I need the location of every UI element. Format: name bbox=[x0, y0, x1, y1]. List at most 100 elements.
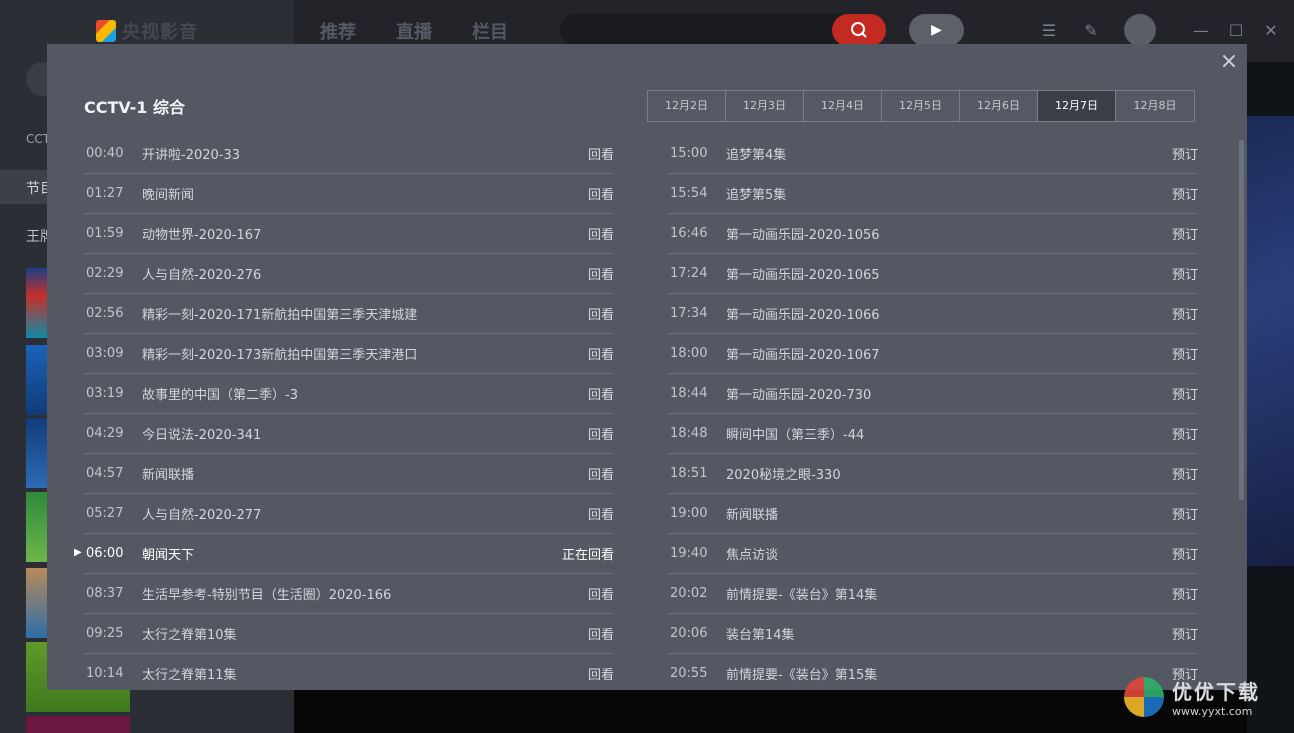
reserve-button[interactable]: 预订 bbox=[1172, 264, 1198, 283]
search-button[interactable] bbox=[832, 14, 886, 46]
watermark-text: 优优下载 bbox=[1172, 680, 1260, 704]
schedule-row[interactable]: ▶ 06:00 朝闻天下 正在回看 bbox=[74, 534, 614, 574]
schedule-list-upcoming: 15:00 追梦第4集 预订 15:54 追梦第5集 预订 16:46 第一动画乐园-2020… bbox=[668, 134, 1198, 690]
maximize-icon[interactable]: ☐ bbox=[1225, 20, 1247, 42]
top-navigation: 推荐 直播 栏目 bbox=[320, 18, 508, 44]
date-tab[interactable]: 12月8日 bbox=[1116, 91, 1194, 121]
replay-button[interactable]: 回看 bbox=[588, 424, 614, 443]
replay-button[interactable]: 正在回看 bbox=[562, 544, 614, 563]
close-icon[interactable]: × bbox=[1219, 51, 1239, 73]
reserve-button[interactable]: 预订 bbox=[1172, 304, 1198, 323]
date-tab[interactable]: 12月3日 bbox=[726, 91, 804, 121]
background-video-area bbox=[1247, 62, 1294, 733]
reserve-button[interactable]: 预订 bbox=[1172, 544, 1198, 563]
schedule-row[interactable]: 10:14 太行之脊第11集 回看 bbox=[84, 654, 614, 690]
thumbnail[interactable] bbox=[26, 716, 130, 733]
nav-item-live[interactable]: 直播 bbox=[396, 18, 432, 44]
reserve-button[interactable]: 预订 bbox=[1172, 504, 1198, 523]
program-time: 04:29 bbox=[86, 426, 124, 441]
reserve-button[interactable]: 预订 bbox=[1172, 224, 1198, 243]
schedule-row[interactable]: 18:48 瞬间中国（第三季）-44 预订 bbox=[668, 414, 1198, 454]
date-tab[interactable]: 12月6日 bbox=[960, 91, 1038, 121]
schedule-row[interactable]: 02:56 精彩一刻-2020-171新航拍中国第三季天津城建 回看 bbox=[84, 294, 614, 334]
schedule-row[interactable]: 19:40 焦点访谈 预订 bbox=[668, 534, 1198, 574]
reserve-button[interactable]: 预订 bbox=[1172, 584, 1198, 603]
replay-button[interactable]: 回看 bbox=[588, 184, 614, 203]
reserve-button[interactable]: 预订 bbox=[1172, 624, 1198, 643]
reserve-button[interactable]: 预订 bbox=[1172, 424, 1198, 443]
schedule-row[interactable]: 17:34 第一动画乐园-2020-1066 预订 bbox=[668, 294, 1198, 334]
schedule-row[interactable]: 04:57 新闻联播 回看 bbox=[84, 454, 614, 494]
replay-button[interactable]: 回看 bbox=[588, 464, 614, 483]
schedule-row[interactable]: 18:44 第一动画乐园-2020-730 预订 bbox=[668, 374, 1198, 414]
program-time: 20:06 bbox=[670, 626, 708, 641]
date-tab[interactable]: 12月7日 bbox=[1038, 91, 1116, 121]
schedule-row[interactable]: 16:46 第一动画乐园-2020-1056 预订 bbox=[668, 214, 1198, 254]
schedule-row[interactable]: 15:00 追梦第4集 预订 bbox=[668, 134, 1198, 174]
avatar[interactable] bbox=[1124, 14, 1156, 46]
schedule-row[interactable]: 18:00 第一动画乐园-2020-1067 预订 bbox=[668, 334, 1198, 374]
schedule-row[interactable]: 20:06 装台第14集 预订 bbox=[668, 614, 1198, 654]
program-name: 2020秘境之眼-330 bbox=[726, 468, 841, 483]
program-time: 17:34 bbox=[670, 306, 708, 321]
replay-button[interactable]: 回看 bbox=[588, 224, 614, 243]
program-name: 晚间新闻 bbox=[142, 188, 195, 203]
program-time: 08:37 bbox=[86, 586, 124, 601]
replay-button[interactable]: 回看 bbox=[588, 584, 614, 603]
program-time: 00:40 bbox=[86, 146, 124, 161]
replay-button[interactable]: 回看 bbox=[588, 304, 614, 323]
reserve-button[interactable]: 预订 bbox=[1172, 344, 1198, 363]
schedule-row[interactable]: 20:55 前情提要-《装台》第15集 预订 bbox=[668, 654, 1198, 690]
schedule-row[interactable]: 02:29 人与自然-2020-276 回看 bbox=[84, 254, 614, 294]
program-name: 追梦第4集 bbox=[726, 148, 787, 163]
schedule-row[interactable]: 09:25 太行之脊第10集 回看 bbox=[84, 614, 614, 654]
play-icon: ▶ bbox=[931, 22, 942, 38]
schedule-row[interactable]: 01:59 动物世界-2020-167 回看 bbox=[84, 214, 614, 254]
program-name: 新闻联播 bbox=[726, 508, 779, 523]
date-tab[interactable]: 12月2日 bbox=[648, 91, 726, 121]
reserve-button[interactable]: 预订 bbox=[1172, 464, 1198, 483]
schedule-row[interactable]: 01:27 晚间新闻 回看 bbox=[84, 174, 614, 214]
program-time: 18:00 bbox=[670, 346, 708, 361]
play-button[interactable]: ▶ bbox=[909, 14, 964, 46]
program-time: 01:27 bbox=[86, 186, 124, 201]
app-logo[interactable]: 央视影音 bbox=[96, 18, 198, 44]
schedule-row[interactable]: 18:51 2020秘境之眼-330 预订 bbox=[668, 454, 1198, 494]
reserve-button[interactable]: 预订 bbox=[1172, 384, 1198, 403]
watermark-logo-icon bbox=[1124, 677, 1164, 717]
replay-button[interactable]: 回看 bbox=[588, 264, 614, 283]
schedule-row[interactable]: 15:54 追梦第5集 预订 bbox=[668, 174, 1198, 214]
minimize-icon[interactable]: — bbox=[1190, 20, 1212, 42]
program-name: 新闻联播 bbox=[142, 468, 195, 483]
reserve-button[interactable]: 预订 bbox=[1172, 144, 1198, 163]
schedule-row[interactable]: 20:02 前情提要-《装台》第14集 预订 bbox=[668, 574, 1198, 614]
program-time: 15:54 bbox=[670, 186, 708, 201]
schedule-row[interactable]: 17:24 第一动画乐园-2020-1065 预订 bbox=[668, 254, 1198, 294]
replay-button[interactable]: 回看 bbox=[588, 344, 614, 363]
schedule-row[interactable]: 08:37 生活早参考-特别节目（生活圈）2020-166 回看 bbox=[84, 574, 614, 614]
history-icon[interactable]: ☰ bbox=[1038, 20, 1060, 42]
search-icon bbox=[851, 22, 867, 38]
replay-button[interactable]: 回看 bbox=[588, 624, 614, 643]
date-tab[interactable]: 12月5日 bbox=[882, 91, 960, 121]
nav-item-columns[interactable]: 栏目 bbox=[472, 18, 508, 44]
program-time: 18:51 bbox=[670, 466, 708, 481]
replay-button[interactable]: 回看 bbox=[588, 504, 614, 523]
replay-button[interactable]: 回看 bbox=[588, 384, 614, 403]
schedule-row[interactable]: 03:09 精彩一刻-2020-173新航拍中国第三季天津港口 回看 bbox=[84, 334, 614, 374]
nav-item-recommended[interactable]: 推荐 bbox=[320, 18, 356, 44]
schedule-row[interactable]: 04:29 今日说法-2020-341 回看 bbox=[84, 414, 614, 454]
schedule-row[interactable]: 19:00 新闻联播 预订 bbox=[668, 494, 1198, 534]
window-close-icon[interactable]: ✕ bbox=[1260, 20, 1282, 42]
reserve-button[interactable]: 预订 bbox=[1172, 184, 1198, 203]
edit-icon[interactable]: ✎ bbox=[1080, 20, 1102, 42]
schedule-row[interactable]: 00:40 开讲啦-2020-33 回看 bbox=[84, 134, 614, 174]
schedule-row[interactable]: 05:27 人与自然-2020-277 回看 bbox=[84, 494, 614, 534]
replay-button[interactable]: 回看 bbox=[588, 144, 614, 163]
date-tab[interactable]: 12月4日 bbox=[804, 91, 882, 121]
scrollbar[interactable] bbox=[1239, 140, 1244, 500]
program-time: 19:40 bbox=[670, 546, 708, 561]
program-name: 太行之脊第11集 bbox=[142, 668, 237, 683]
replay-button[interactable]: 回看 bbox=[588, 664, 614, 683]
schedule-row[interactable]: 03:19 故事里的中国（第二季）-3 回看 bbox=[84, 374, 614, 414]
